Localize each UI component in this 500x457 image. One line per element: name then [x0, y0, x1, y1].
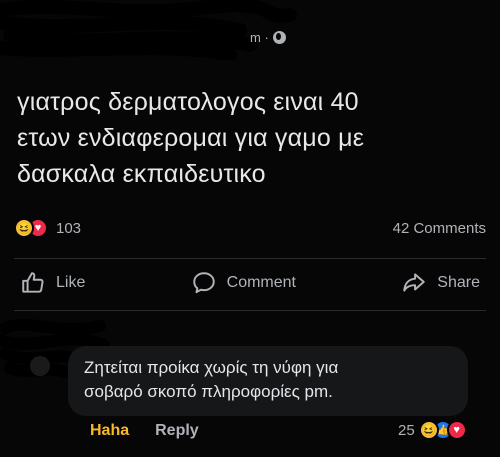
share-label: Share	[437, 274, 480, 291]
comment-icon	[192, 272, 215, 294]
reply-button[interactable]: Reply	[155, 422, 199, 440]
comment-actions: Haha Reply	[90, 422, 199, 440]
post-actions: Like Comment Share	[20, 270, 480, 296]
post-text-line: ετων ενδιαφερομαι για γαμο με	[17, 124, 365, 152]
reaction-count: 103	[56, 219, 82, 237]
divider	[14, 310, 486, 311]
reactions-summary: 😆 ♥ 103 42 Comments	[14, 218, 486, 238]
post-body: γιατρος δερματολογος ειναι 40 ετων ενδια…	[17, 84, 487, 192]
haha-reaction-icon: 😆	[14, 218, 34, 238]
comment-button[interactable]: Comment	[191, 270, 296, 296]
post-time[interactable]: m ·	[250, 30, 269, 45]
comment-text-line: σοβαρό σκοπό πληροφορίες pm.	[84, 382, 333, 401]
comment-bubble[interactable]: Ζητείται προίκα χωρίς τη νύφη για σοβαρό…	[68, 346, 468, 416]
divider	[14, 258, 486, 259]
globe-icon	[272, 31, 286, 44]
like-button[interactable]: Like	[20, 270, 85, 296]
comment-reaction-button[interactable]: Haha	[90, 422, 129, 440]
reaction-count-button[interactable]: 😆 ♥ 103	[14, 218, 81, 238]
comment-reaction-summary[interactable]: 25 😆 👍 ♥	[398, 420, 467, 440]
like-label: Like	[56, 274, 86, 291]
share-button[interactable]: Share	[401, 270, 480, 296]
post-text-line: δασκαλα εκπαιδευτικο	[17, 160, 266, 188]
post-meta: m ·	[250, 30, 286, 45]
post-text-line: γιατρος δερματολογος ειναι 40	[17, 88, 359, 116]
comment-text-line: Ζητείται προίκα χωρίς τη νύφη για	[84, 358, 339, 377]
share-arrow-icon	[403, 273, 426, 292]
thumbs-up-icon	[22, 272, 44, 293]
comment-label: Comment	[226, 274, 296, 291]
facebook-post-screen: m · γιατρος δερματολογος ειναι 40 ετων ε…	[0, 0, 500, 457]
comments-count-link[interactable]: 42 Comments	[393, 220, 486, 237]
comment-reaction-count: 25	[398, 421, 415, 439]
haha-reaction-icon: 😆	[418, 420, 439, 440]
love-reaction-icon: ♥	[446, 420, 467, 440]
